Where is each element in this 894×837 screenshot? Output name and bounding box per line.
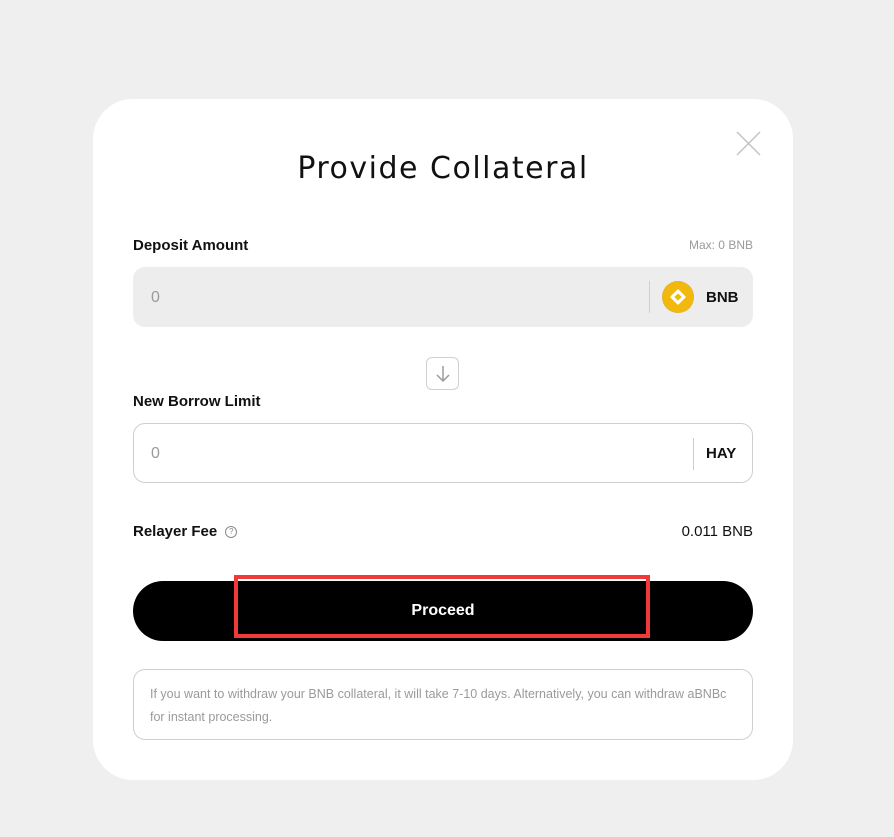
deposit-amount-label: Deposit Amount [133, 237, 249, 254]
deposit-amount-input[interactable] [149, 267, 623, 329]
relayer-fee-value: 0.011 BNB [681, 523, 753, 540]
field-divider [693, 438, 694, 470]
bnb-icon [662, 281, 694, 313]
deposit-token-label: BNB [706, 288, 739, 306]
max-balance[interactable]: Max: 0 BNB [689, 238, 753, 252]
token-selector-bnb[interactable]: BNB [662, 267, 739, 327]
arrow-down-icon [426, 357, 459, 390]
help-icon[interactable]: ? [225, 525, 238, 538]
borrow-limit-input[interactable] [149, 424, 623, 484]
relayer-fee-label: Relayer Fee ? [133, 523, 238, 540]
provide-collateral-modal: Provide Collateral Deposit Amount Max: 0… [93, 99, 793, 780]
relayer-fee-text: Relayer Fee [133, 523, 218, 540]
new-borrow-limit-label: New Borrow Limit [133, 393, 261, 410]
proceed-button[interactable]: Proceed [133, 581, 753, 641]
borrow-limit-field: HAY [133, 423, 753, 484]
withdraw-info-note: If you want to withdraw your BNB collate… [133, 669, 753, 740]
borrow-token-label: HAY [706, 444, 737, 462]
modal-title: Provide Collateral [297, 151, 589, 186]
field-divider [649, 281, 650, 313]
deposit-amount-field: BNB [133, 267, 753, 329]
